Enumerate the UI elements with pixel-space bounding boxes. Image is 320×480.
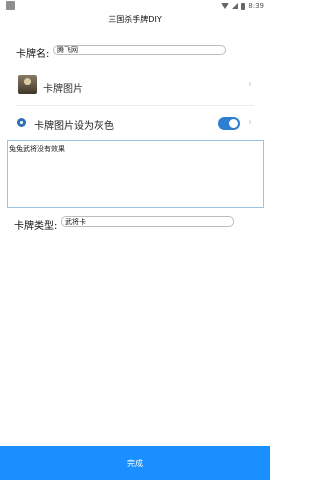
card-name-label: 卡牌名:	[16, 49, 50, 60]
card-description-textarea[interactable]: 兔兔武将没有效果	[7, 140, 264, 208]
gear-icon	[17, 118, 26, 127]
gray-image-toggle[interactable]	[218, 117, 240, 130]
card-name-input[interactable]	[53, 45, 226, 55]
battery-icon	[241, 2, 246, 10]
chevron-right-icon: ›	[248, 117, 252, 128]
status-bar: 8:39	[0, 0, 270, 12]
finish-button[interactable]: 完成	[0, 446, 270, 480]
page-title: 三国杀手牌DIY	[108, 15, 162, 24]
card-image-row[interactable]: 卡牌图片 ›	[16, 72, 254, 102]
gray-image-label: 卡牌图片设为灰色	[34, 121, 114, 132]
card-type-input[interactable]	[61, 216, 234, 227]
gray-image-row: 卡牌图片设为灰色 ›	[16, 114, 254, 134]
wifi-icon	[221, 3, 230, 9]
card-image-label: 卡牌图片	[43, 84, 83, 95]
notification-icon	[6, 1, 15, 10]
card-type-label: 卡牌类型:	[14, 221, 58, 232]
status-icons: 8:39	[221, 0, 264, 12]
chevron-right-icon: ›	[248, 79, 252, 90]
signal-icon	[232, 3, 239, 9]
toggle-knob	[229, 119, 238, 128]
card-image-thumbnail	[18, 75, 37, 94]
divider	[16, 105, 254, 106]
status-time: 8:39	[248, 2, 264, 10]
